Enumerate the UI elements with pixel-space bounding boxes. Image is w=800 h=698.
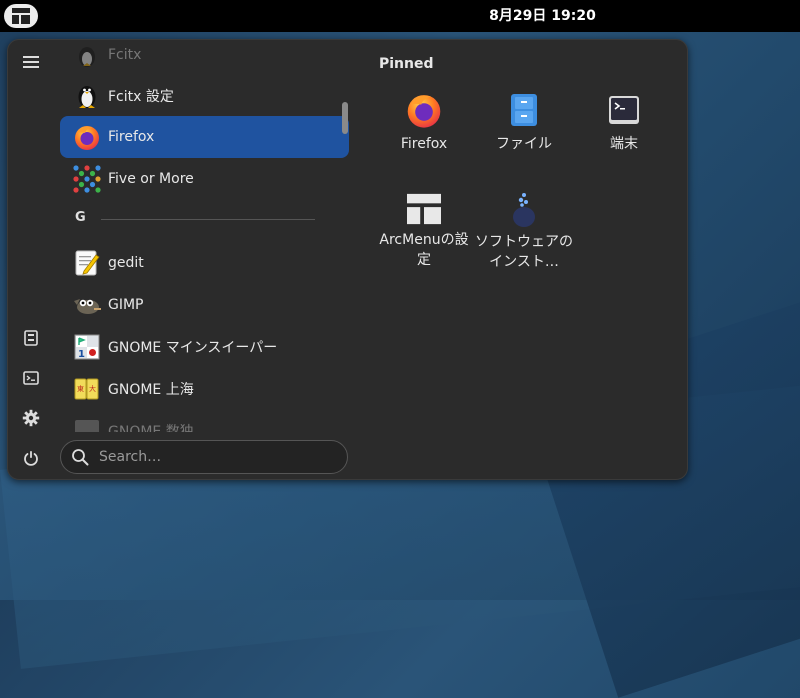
settings-button[interactable] [14,401,48,435]
terminal-icon [604,90,644,130]
app-label: GNOME 数独 [108,424,194,432]
app-label: GNOME マインスイーパー [108,340,278,356]
app-item-gnome-mahjongg[interactable]: 東大 GNOME 上海 [60,368,349,410]
arc-menu: Fcitx Fcitx 設定 Firefox Five or More G ge… [7,39,688,480]
software-icon [504,192,544,228]
files-icon [504,90,544,130]
pinned-label: ファイル [496,136,552,152]
search-icon [72,449,89,466]
section-divider [101,219,315,220]
pinned-arcmenu-settings[interactable]: ArcMenuの設定 [374,180,474,270]
app-label: Five or More [108,171,194,187]
app-label: Firefox [108,129,155,145]
top-bar: 8月29日 19:20 [0,0,800,32]
app-item-fcitx-config[interactable]: Fcitx 設定 [60,75,349,117]
terminal-small-icon [23,371,39,385]
firefox-icon [404,90,444,130]
search-bar[interactable] [60,440,348,474]
app-label: GIMP [108,297,144,313]
hamburger-button[interactable] [14,45,48,79]
pinned-title: Pinned [379,56,434,72]
terminal-shortcut-button[interactable] [14,361,48,395]
pinned-files[interactable]: ファイル [474,78,574,168]
app-item-five-or-more[interactable]: Five or More [60,158,349,200]
mines-icon: 1 [72,332,102,362]
app-label: Fcitx [108,47,142,63]
app-item-gnome-mines[interactable]: 1 GNOME マインスイーパー [60,326,349,368]
pinned-software[interactable]: ソフトウェアのインスト… [474,180,574,270]
search-input[interactable] [97,448,331,466]
pinned-label: ArcMenuの設定 [379,232,469,268]
gedit-icon [72,248,102,278]
pinned-label: 端末 [610,136,638,152]
fcitx-penguin-icon [72,40,102,70]
pinned-label: Firefox [400,136,448,152]
five-or-more-icon [72,164,102,194]
svg-text:東: 東 [77,384,84,393]
pinned-label: ソフトウェアのインスト… [475,234,573,270]
sudoku-icon [72,416,102,432]
gimp-icon [72,290,102,320]
app-list-scrollbar[interactable] [342,102,348,134]
app-item-gedit[interactable]: gedit [60,242,349,284]
files-shortcut-button[interactable] [14,321,48,355]
app-label: gedit [108,255,144,271]
app-list[interactable]: Fcitx Fcitx 設定 Firefox Five or More G ge… [60,40,350,432]
pinned-firefox[interactable]: Firefox [374,78,474,168]
app-item-firefox[interactable]: Firefox [60,116,349,158]
app-item-gnome-sudoku[interactable]: GNOME 数独 [60,410,349,432]
pinned-terminal[interactable]: 端末 [574,78,674,168]
clock[interactable]: 8月29日 19:20 [0,0,800,32]
app-label: GNOME 上海 [108,382,194,398]
power-button[interactable] [14,441,48,475]
fcitx-config-penguin-icon [72,81,102,111]
app-label: Fcitx 設定 [108,89,174,105]
app-item-fcitx[interactable]: Fcitx [60,40,349,76]
firefox-icon [72,122,102,152]
svg-text:1: 1 [78,349,85,360]
arcmenu-settings-icon [404,192,444,226]
clock-label: 8月29日 19:20 [489,8,596,24]
app-item-gimp[interactable]: GIMP [60,284,349,326]
file-cabinet-icon [24,330,38,346]
power-icon [24,451,38,466]
gear-icon [22,409,40,427]
menu-sidebar [8,40,52,479]
section-header-g: G [75,210,86,225]
svg-text:大: 大 [89,384,96,393]
mahjongg-icon: 東大 [72,374,102,404]
hamburger-icon [23,56,39,68]
